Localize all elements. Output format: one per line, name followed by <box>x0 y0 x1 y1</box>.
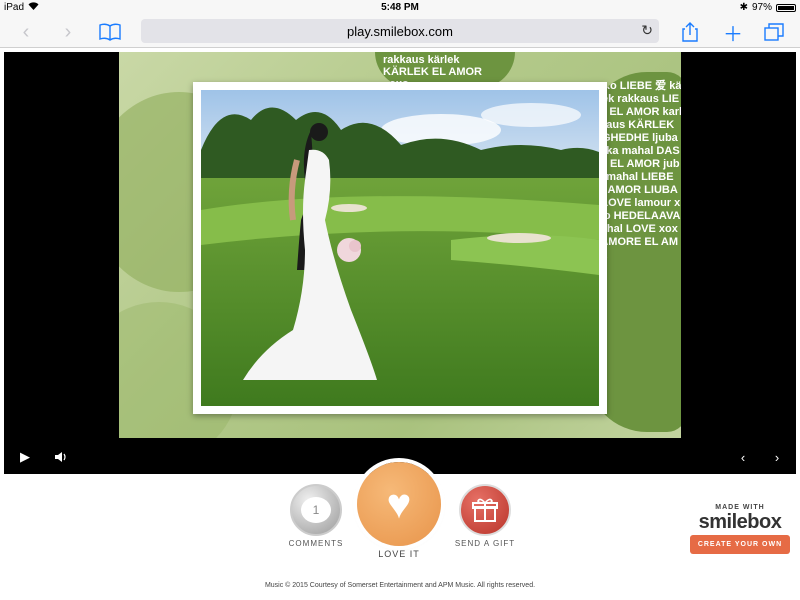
screen: iPad 5:48 PM ✱ 97% ‹ › play.smilebox.com… <box>0 0 800 600</box>
status-bar: iPad 5:48 PM ✱ 97% <box>0 0 800 16</box>
gift-label: SEND A GIFT <box>454 539 516 548</box>
book-icon[interactable] <box>98 20 122 44</box>
slide-stage: rakkaus kärlek KÄRLEK EL AMOR xoxo xoxo … <box>119 52 681 438</box>
battery-percent: 97% <box>751 2 772 13</box>
status-time: 5:48 PM <box>381 2 419 13</box>
create-your-own-button[interactable]: CREATE YOUR OWN <box>690 535 790 554</box>
smilebox-brand: MADE WITH smilebox CREATE YOUR OWN <box>690 504 790 554</box>
wedding-photo <box>201 90 599 406</box>
action-bar: 1 COMMENTS ♥ LOVE IT SEND A GIFT MADE WI… <box>0 462 800 578</box>
reload-icon[interactable]: ↻ <box>641 22 653 39</box>
battery-icon <box>776 3 796 12</box>
chevron-right-icon[interactable]: › <box>56 20 80 44</box>
previous-slide-button[interactable]: ‹ <box>732 446 754 468</box>
comments-label: COMMENTS <box>288 539 344 548</box>
play-icon[interactable]: ▶ <box>14 446 36 468</box>
status-right: ✱ 97% <box>740 2 796 13</box>
plus-icon[interactable]: ＋ <box>721 20 745 46</box>
bluetooth-icon: ✱ <box>739 2 748 13</box>
url-text: play.smilebox.com <box>347 23 453 39</box>
made-with-label: MADE WITH <box>715 504 765 511</box>
music-credit: Music © 2015 Courtesy of Somerset Entert… <box>264 582 536 589</box>
love-it-button[interactable]: ♥ LOVE IT <box>356 462 442 559</box>
love-label: LOVE IT <box>378 549 420 559</box>
comments-count: 1 <box>301 497 331 523</box>
comments-button[interactable]: 1 COMMENTS <box>286 484 346 548</box>
photo-frame <box>193 82 607 414</box>
send-gift-button[interactable]: SEND A GIFT <box>452 484 518 548</box>
heart-icon: ♥ <box>357 462 441 546</box>
smilebox-logo: smilebox <box>698 511 782 533</box>
gift-icon <box>459 484 511 536</box>
chevron-left-icon[interactable]: ‹ <box>14 20 38 44</box>
speaker-icon[interactable] <box>50 446 72 468</box>
share-icon[interactable] <box>678 20 702 44</box>
next-slide-button[interactable]: › <box>766 446 788 468</box>
tabs-icon[interactable] <box>762 20 786 44</box>
slideshow-player[interactable]: rakkaus kärlek KÄRLEK EL AMOR xoxo xoxo … <box>4 52 796 474</box>
browser-toolbar: ‹ › play.smilebox.com ↻ ＋ <box>0 16 800 48</box>
address-bar[interactable]: play.smilebox.com ↻ <box>141 19 659 43</box>
speech-bubble-icon: 1 <box>290 484 342 536</box>
